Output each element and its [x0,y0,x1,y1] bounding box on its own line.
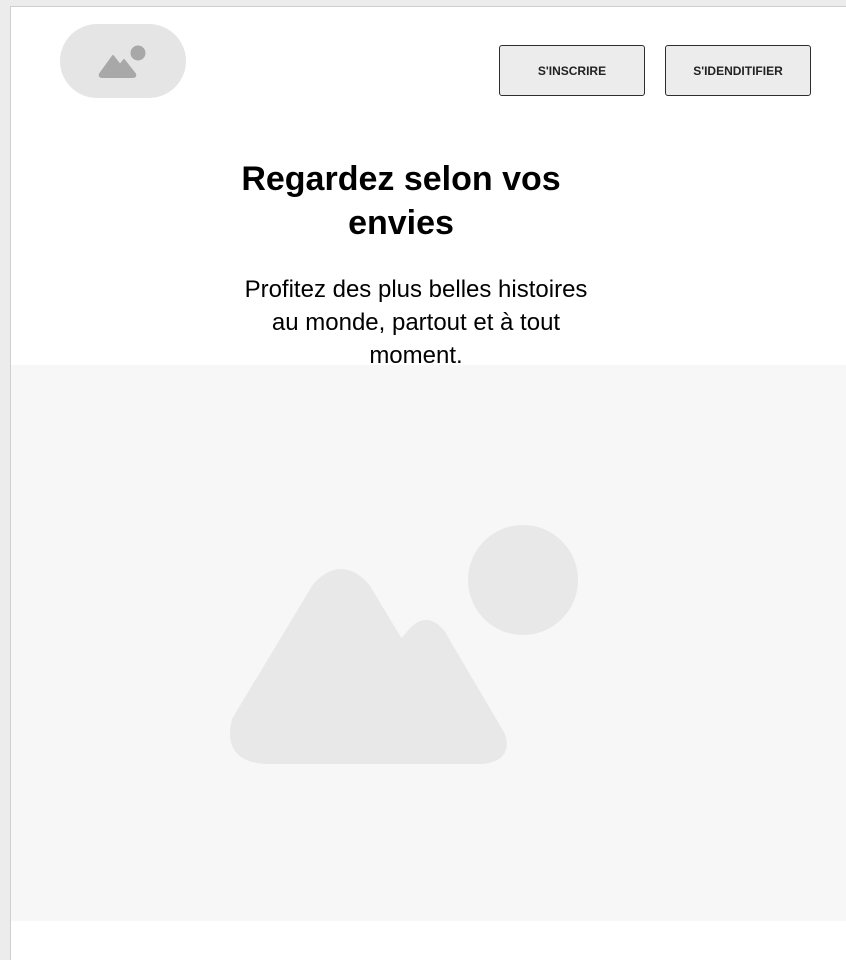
logo-placeholder[interactable] [60,24,186,98]
login-button[interactable]: S'IDENDITIFIER [665,45,811,96]
hero-title: Regardez selon vos envies [241,160,561,242]
hero-subtitle: Profitez des plus belles histoires au mo… [244,276,588,369]
image-placeholder-icon [230,525,578,764]
landing-page: S'INSCRIRE S'IDENDITIFIER Regardez selon… [10,6,846,960]
image-placeholder-icon [98,45,146,78]
hero-image-placeholder [11,365,846,921]
signup-button[interactable]: S'INSCRIRE [499,45,645,96]
